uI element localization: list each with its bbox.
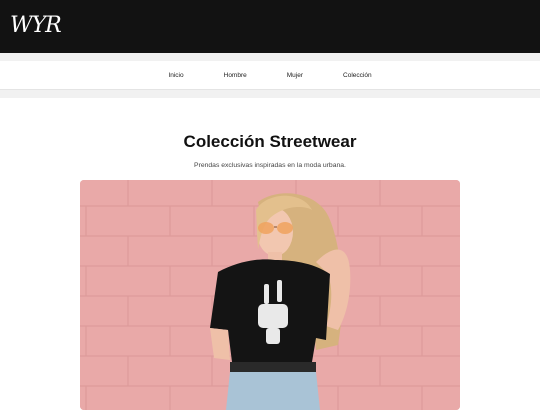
nav-spacer-top: [0, 53, 540, 61]
page-subtitle: Prendas exclusivas inspiradas en la moda…: [194, 162, 346, 169]
site-header: WYR: [0, 0, 540, 53]
site-logo[interactable]: WYR: [10, 13, 62, 38]
nav-link-mujer[interactable]: Mujer: [267, 72, 323, 79]
nav-link-hombre[interactable]: Hombre: [204, 72, 267, 79]
page-title: Colección Streetwear: [183, 132, 357, 151]
main-content: Colección Streetwear Prendas exclusivas …: [0, 132, 540, 169]
nav-spacer-bottom: [0, 90, 540, 98]
nav-link-coleccion[interactable]: Colección: [323, 72, 392, 79]
nav-link-inicio[interactable]: Inicio: [148, 72, 203, 79]
hero-image: [80, 180, 460, 410]
main-nav: Inicio Hombre Mujer Colección: [0, 61, 540, 90]
